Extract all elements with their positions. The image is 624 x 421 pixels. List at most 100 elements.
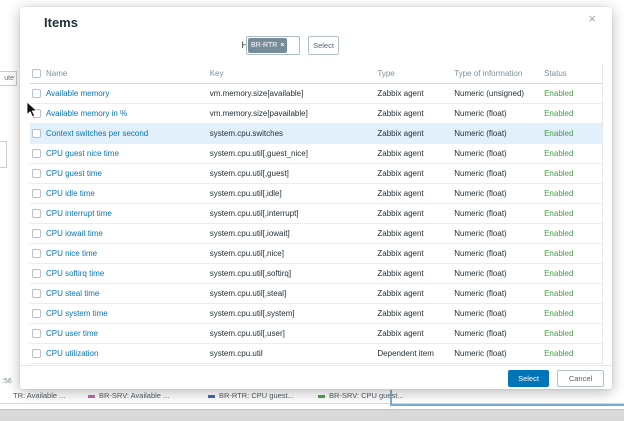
item-type: Zabbix agent [377,269,454,278]
column-header-status: Status [544,69,602,78]
item-type: Zabbix agent [377,229,454,238]
row-checkbox[interactable] [32,269,41,278]
background-fragment-box [0,141,7,168]
table-row[interactable]: CPU idle time system.cpu.util[,idle] Zab… [30,184,602,204]
item-name-link[interactable]: CPU softirq time [46,269,104,278]
table-row[interactable]: CPU system time system.cpu.util[,system]… [30,304,602,324]
table-row[interactable]: CPU steal time system.cpu.util[,steal] Z… [30,284,602,304]
row-checkbox[interactable] [32,109,41,118]
host-select-button[interactable]: Select [308,36,339,55]
item-type: Zabbix agent [377,209,454,218]
host-chip[interactable]: BR-RTR × [248,38,287,53]
row-checkbox[interactable] [32,329,41,338]
item-key: system.cpu.util[,system] [210,309,378,318]
item-type: Zabbix agent [377,89,454,98]
item-key: system.cpu.util[,steal] [210,289,378,298]
item-type-of-information: Numeric (float) [454,249,544,258]
legend-color-swatch [88,395,95,398]
item-type: Zabbix agent [377,289,454,298]
item-type: Zabbix agent [377,189,454,198]
row-checkbox[interactable] [32,189,41,198]
item-name-link[interactable]: CPU guest nice time [46,149,119,158]
table-row[interactable]: Available memory vm.memory.size[availabl… [30,84,602,104]
item-name-link[interactable]: CPU system time [46,309,108,318]
table-row[interactable]: CPU interrupt time system.cpu.util[,inte… [30,204,602,224]
item-name-link[interactable]: Available memory [46,89,109,98]
items-dialog: Items × Host BR-RTR × Select Name Key Ty… [20,7,612,389]
item-name-link[interactable]: CPU idle time [46,189,95,198]
item-status: Enabled [544,109,602,118]
item-status: Enabled [544,129,602,138]
item-type: Dependent item [377,349,454,358]
item-status: Enabled [544,329,602,338]
item-key: system.cpu.util[,guest_nice] [210,149,378,158]
row-checkbox[interactable] [32,349,41,358]
item-type-of-information: Numeric (float) [454,309,544,318]
column-header-type: Type [377,69,454,78]
legend-item: TR: Available ... [2,391,65,400]
row-checkbox[interactable] [32,229,41,238]
item-type-of-information: Numeric (float) [454,149,544,158]
row-checkbox[interactable] [32,309,41,318]
item-status: Enabled [544,189,602,198]
table-row[interactable]: Available memory in % vm.memory.size[pav… [30,104,602,124]
item-type: Zabbix agent [377,169,454,178]
table-row[interactable]: Context switches per second system.cpu.s… [30,124,602,144]
item-key: system.cpu.util[,guest] [210,169,378,178]
item-name-link[interactable]: CPU guest time [46,169,102,178]
item-type-of-information: Numeric (float) [454,229,544,238]
footer-select-button[interactable]: Select [508,370,549,387]
background-fragment-text: ute [0,71,17,86]
item-name-link[interactable]: Context switches per second [46,129,148,138]
table-row[interactable]: CPU iowait time system.cpu.util[,iowait]… [30,224,602,244]
table-row[interactable]: CPU guest nice time system.cpu.util[,gue… [30,144,602,164]
row-checkbox[interactable] [32,129,41,138]
row-checkbox[interactable] [32,209,41,218]
table-row[interactable]: CPU guest time system.cpu.util[,guest] Z… [30,164,602,184]
item-name-link[interactable]: CPU user time [46,329,98,338]
host-multiselect-input[interactable]: BR-RTR × [246,36,300,55]
table-row[interactable]: CPU nice time system.cpu.util[,nice] Zab… [30,244,602,264]
select-all-checkbox[interactable] [32,69,41,78]
table-row[interactable]: CPU softirq time system.cpu.util[,softir… [30,264,602,284]
item-type-of-information: Numeric (float) [454,169,544,178]
item-name-link[interactable]: CPU utilization [46,349,98,358]
row-checkbox[interactable] [32,289,41,298]
item-status: Enabled [544,289,602,298]
item-name-link[interactable]: Available memory in % [46,109,127,118]
page-footer-bar [0,409,624,421]
item-name-link[interactable]: CPU steal time [46,289,99,298]
item-name-link[interactable]: CPU interrupt time [46,209,112,218]
item-key: system.cpu.util[,user] [210,329,378,338]
item-type-of-information: Numeric (float) [454,289,544,298]
items-table: Name Key Type Type of information Status… [30,64,603,364]
item-key: vm.memory.size[available] [210,89,378,98]
item-type-of-information: Numeric (unsigned) [454,89,544,98]
host-chip-label: BR-RTR [251,42,277,49]
item-status: Enabled [544,269,602,278]
item-status: Enabled [544,169,602,178]
legend-label: BR-SRV: CPU guest... [329,391,404,400]
chip-remove-icon[interactable]: × [280,42,284,49]
item-name-link[interactable]: CPU iowait time [46,229,103,238]
column-header-key: Key [210,69,378,78]
item-key: system.cpu.util [210,349,378,358]
footer-cancel-button[interactable]: Cancel [557,370,604,387]
column-header-name: Name [46,69,210,78]
row-checkbox[interactable] [32,169,41,178]
table-row[interactable]: CPU user time system.cpu.util[,user] Zab… [30,324,602,344]
close-icon[interactable]: × [588,11,596,26]
graph-time-label-fragment: :56 [2,378,12,385]
item-status: Enabled [544,149,602,158]
legend-label: BR-SRV: Available ... [99,391,169,400]
item-key: vm.memory.size[pavailable] [210,109,378,118]
row-checkbox[interactable] [32,249,41,258]
item-type-of-information: Numeric (float) [454,109,544,118]
row-checkbox[interactable] [32,89,41,98]
row-checkbox[interactable] [32,149,41,158]
dialog-footer: Select Cancel [20,365,612,389]
item-status: Enabled [544,309,602,318]
table-row[interactable]: CPU utilization system.cpu.util Dependen… [30,344,602,364]
item-name-link[interactable]: CPU nice time [46,249,97,258]
item-type: Zabbix agent [377,129,454,138]
